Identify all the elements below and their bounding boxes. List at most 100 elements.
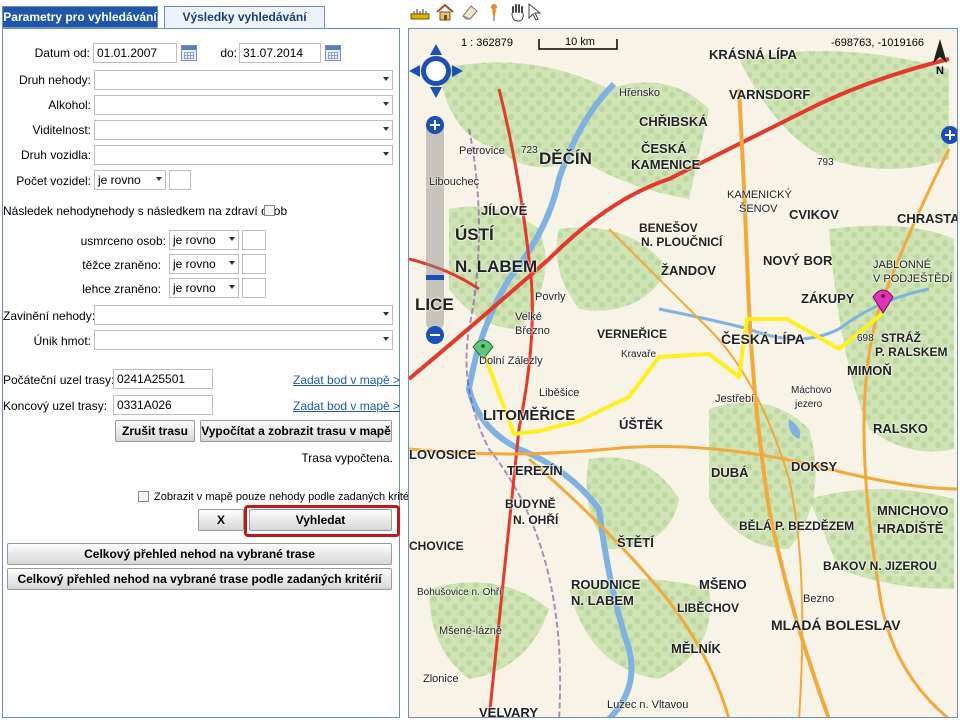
place-label: BĚLÁ P. BEZDĚZEM <box>739 519 855 533</box>
place-label: Hřensko <box>619 87 660 99</box>
place-label: Velké <box>515 311 542 323</box>
place-label: ROUDNICE <box>571 577 641 592</box>
cancel-route-button[interactable]: Zrušit trasu <box>115 420 195 442</box>
vehicle-type-label: Druh vozidla: <box>20 148 91 162</box>
route-overview-criteria-button[interactable]: Celkový přehled nehod na vybrané trase p… <box>7 568 392 590</box>
place-label: ČESKÁ <box>641 141 687 156</box>
map-coordinates: -698763, -1019166 <box>831 37 924 49</box>
place-label: BAKOV N. JIZEROU <box>823 559 938 573</box>
scale-bar-label: 10 km <box>565 36 595 48</box>
fault-label: Zavinění nehody: <box>3 309 96 323</box>
start-node-label: Počáteční uzel trasy: <box>3 373 115 387</box>
place-label: ŽANDOV <box>661 263 716 278</box>
pin-icon[interactable] <box>484 2 504 22</box>
place-label: P. RALSKEM <box>875 345 948 359</box>
killed-operator-select[interactable]: je rovno <box>169 230 239 250</box>
place-label: KAMENICE <box>631 157 701 172</box>
eraser-icon[interactable] <box>460 2 480 22</box>
seriously-injured-label: těžce zraněno: <box>82 258 161 272</box>
calendar-icon[interactable] <box>325 45 341 61</box>
place-label: 698 <box>857 333 874 344</box>
chevron-down-icon <box>229 261 235 265</box>
killed-input[interactable] <box>242 230 266 250</box>
place-label: CHŘIBSKÁ <box>639 114 708 129</box>
place-label: VELVARY <box>479 705 538 718</box>
place-label: KAMENICKÝ <box>727 189 792 201</box>
consequence-checkbox[interactable] <box>264 205 275 216</box>
start-node-input[interactable]: 0241A25501 <box>113 369 213 389</box>
operator-value: je rovno <box>98 173 141 187</box>
accident-type-select[interactable] <box>94 70 393 90</box>
seriously-injured-operator-select[interactable]: je rovno <box>169 254 239 274</box>
place-label: 793 <box>817 157 834 168</box>
set-start-point-link[interactable]: Zadat bod v mapě > <box>293 373 400 387</box>
visibility-select[interactable] <box>94 120 393 140</box>
end-node-label: Koncový uzel trasy: <box>3 399 108 413</box>
vehicle-type-select[interactable] <box>94 145 393 165</box>
operator-value: je rovno <box>173 233 216 247</box>
map-view[interactable]: 1 : 362879 10 km -698763, -1019166 N KRÁ… <box>408 28 958 718</box>
killed-label: usmrceno osob: <box>80 234 166 248</box>
place-label: JÍLOVÉ <box>481 203 528 218</box>
place-label: Petrovice <box>459 145 505 157</box>
hazmat-leak-select[interactable] <box>94 330 393 350</box>
home-icon[interactable] <box>435 2 455 22</box>
chevron-down-icon <box>229 285 235 289</box>
route-overview-button[interactable]: Celkový přehled nehod na vybrané trase <box>7 543 392 565</box>
place-label: MIMOŇ <box>847 363 892 378</box>
set-end-point-link[interactable]: Zadat bod v mapě > <box>293 399 400 413</box>
search-button-highlight <box>244 505 400 537</box>
tab-search-results[interactable]: Výsledky vyhledávání <box>164 6 325 28</box>
date-to-input[interactable]: 31.07.2014 <box>239 43 321 63</box>
compute-route-button[interactable]: Vypočítat a zobrazit trasu v mapě <box>200 420 392 442</box>
chevron-down-icon <box>383 102 389 106</box>
clear-button[interactable]: X <box>198 509 244 531</box>
place-label: CHRASTA <box>897 211 958 226</box>
accident-type-label: Druh nehody: <box>18 73 91 87</box>
map-scale: 1 : 362879 <box>461 37 513 49</box>
arrow-icon[interactable] <box>524 2 544 22</box>
vehicle-count-operator-select[interactable]: je rovno <box>94 170 166 190</box>
lightly-injured-label: lehce zraněno: <box>82 282 161 296</box>
place-label: KRÁSNÁ LÍPA <box>709 47 797 62</box>
place-label: ŠTĚTÍ <box>617 535 654 550</box>
place-label: Březno <box>515 325 550 337</box>
vehicle-count-label: Počet vozidel: <box>16 174 91 188</box>
place-label: CVIKOV <box>789 207 839 222</box>
chevron-down-icon <box>383 312 389 316</box>
place-label: Bezno <box>803 593 835 605</box>
end-node-input[interactable]: 0331A026 <box>113 395 213 415</box>
place-label: ZÁKUPY <box>801 291 855 306</box>
tab-search-parameters[interactable]: Parametry pro vyhledávání <box>2 6 158 28</box>
lightly-injured-input[interactable] <box>242 278 266 298</box>
place-label: MLADÁ BOLESLAV <box>771 617 901 633</box>
place-label: VERNEŘICE <box>597 327 668 341</box>
vehicle-count-input[interactable] <box>169 170 191 190</box>
fault-select[interactable] <box>94 305 393 325</box>
date-to-label: do: <box>220 46 237 60</box>
map-filter-checkbox[interactable] <box>138 491 149 502</box>
place-label: N. OHŘÍ <box>513 513 559 527</box>
place-label: LIBĚCHOV <box>677 601 740 615</box>
date-from-label: Datum od: <box>34 46 90 60</box>
alcohol-select[interactable] <box>94 95 393 115</box>
place-label: N. LABEM <box>571 593 634 608</box>
ruler-icon[interactable] <box>410 2 430 22</box>
lightly-injured-operator-select[interactable]: je rovno <box>169 278 239 298</box>
place-label: Jestřebí <box>715 393 755 405</box>
operator-value: je rovno <box>173 257 216 271</box>
place-label: Máchovo <box>791 385 832 396</box>
place-label: MNICHOVO <box>877 503 949 518</box>
place-label: ČESKÁ LÍPA <box>721 331 805 347</box>
consequence-label: Následek nehody: <box>3 204 100 218</box>
seriously-injured-input[interactable] <box>242 254 266 274</box>
alcohol-label: Alkohol: <box>48 98 91 112</box>
calendar-icon[interactable] <box>181 45 197 61</box>
chevron-down-icon <box>229 237 235 241</box>
place-label: Lužec n. Vltavou <box>607 699 689 711</box>
date-from-input[interactable]: 01.01.2007 <box>93 43 177 63</box>
visibility-label: Viditelnost: <box>32 123 91 137</box>
north-label: N <box>936 65 944 77</box>
place-label: Libouchec <box>429 176 480 188</box>
place-label: MĚLNÍK <box>671 641 721 656</box>
